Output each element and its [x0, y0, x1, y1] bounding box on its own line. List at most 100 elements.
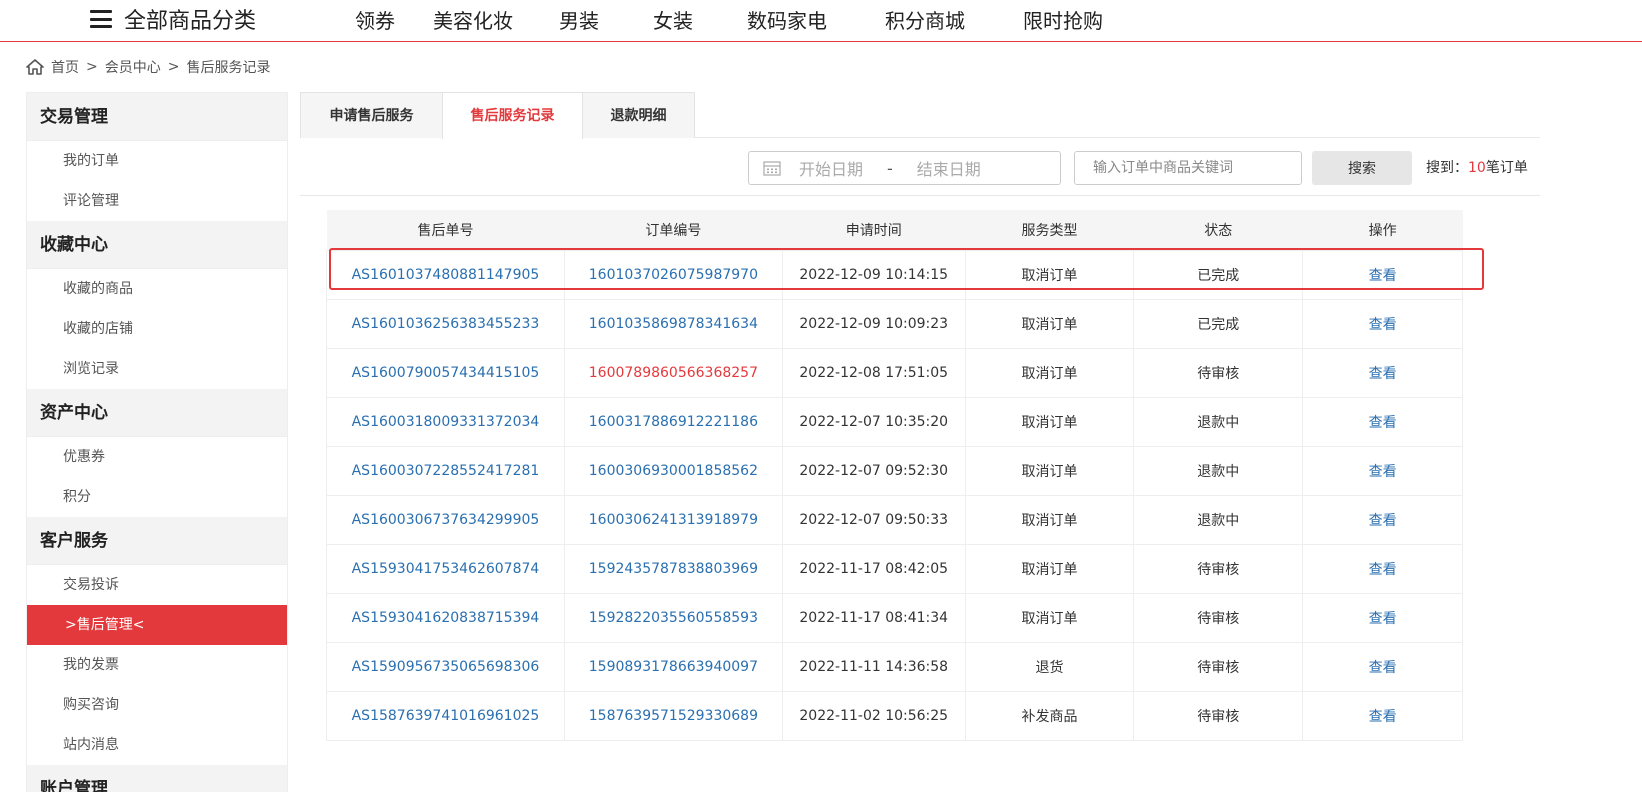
sidebar-item-messages[interactable]: 站内消息 — [27, 725, 287, 765]
end-date-input[interactable]: 结束日期 — [917, 156, 981, 180]
nav-link-points-mall[interactable]: 积分商城 — [885, 5, 965, 34]
apply-time: 2022-12-07 09:52:30 — [781, 445, 966, 496]
sidebar-item-consultation[interactable]: 购买咨询 — [27, 685, 287, 725]
after-sales-number-link[interactable]: AS1590956735065698306 — [326, 641, 565, 692]
sidebar-item-reviews[interactable]: 评论管理 — [27, 181, 287, 221]
all-categories-label: 全部商品分类 — [124, 9, 257, 34]
after-sales-table: 售后单号 订单编号 申请时间 服务类型 状态 操作 AS160103748088… — [326, 210, 1463, 741]
status: 已完成 — [1133, 249, 1304, 300]
nav-link-beauty[interactable]: 美容化妆 — [433, 5, 513, 34]
table-row: AS1590956735065698306 1590893178663940097… — [326, 641, 1463, 692]
sidebar-item-history[interactable]: 浏览记录 — [27, 349, 287, 389]
breadcrumb-member-center[interactable]: 会员中心 — [105, 57, 161, 77]
after-sales-number-link[interactable]: AS1600306737634299905 — [326, 494, 565, 545]
order-number-link[interactable]: 1592822035560558593 — [563, 592, 783, 643]
order-number-link[interactable]: 1600317886912221186 — [563, 396, 783, 447]
sidebar-group-trade: 交易管理 — [27, 93, 287, 141]
after-sales-number-link[interactable]: AS1600318009331372034 — [326, 396, 565, 447]
after-sales-number-link[interactable]: AS1601037480881147905 — [326, 249, 565, 300]
table-row: AS1600306737634299905 1600306241313918979… — [326, 494, 1463, 545]
order-number-link[interactable]: 1600306241313918979 — [563, 494, 783, 545]
nav-link-coupon[interactable]: 领券 — [355, 5, 395, 34]
start-date-input[interactable]: 开始日期 — [799, 156, 863, 180]
sidebar-item-invoices[interactable]: 我的发票 — [27, 645, 287, 685]
status: 待审核 — [1133, 690, 1304, 741]
view-link[interactable]: 查看 — [1302, 641, 1463, 692]
status: 待审核 — [1133, 592, 1304, 643]
home-icon — [26, 59, 44, 75]
order-number-link[interactable]: 1587639571529330689 — [563, 690, 783, 741]
menu-icon — [90, 10, 112, 28]
table-row: AS1601037480881147905 1601037026075987970… — [326, 249, 1463, 300]
order-number-link[interactable]: 1600306930001858562 — [563, 445, 783, 496]
result-count-number: 10 — [1468, 160, 1486, 176]
date-range-picker[interactable]: 开始日期 - 结束日期 — [748, 151, 1061, 185]
status: 待审核 — [1133, 543, 1304, 594]
sidebar-group-assets: 资产中心 — [27, 389, 287, 437]
nav-link-men[interactable]: 男装 — [559, 5, 599, 34]
top-nav: 全部商品分类 领券 美容化妆 男装 女装 数码家电 积分商城 限时抢购 — [0, 0, 1642, 42]
service-type: 取消订单 — [964, 543, 1135, 594]
sidebar-item-fav-shops[interactable]: 收藏的店铺 — [27, 309, 287, 349]
view-link[interactable]: 查看 — [1302, 592, 1463, 643]
sidebar-group-favorites: 收藏中心 — [27, 221, 287, 269]
search-button[interactable]: 搜索 — [1312, 151, 1412, 185]
sidebar-item-after-sales[interactable]: >售后管理< — [27, 605, 287, 645]
nav-link-women[interactable]: 女装 — [653, 5, 693, 34]
breadcrumb-home[interactable]: 首页 — [51, 57, 79, 77]
keyword-search-input[interactable] — [1074, 151, 1302, 185]
nav-link-digital[interactable]: 数码家电 — [747, 5, 827, 34]
service-type: 取消订单 — [964, 494, 1135, 545]
view-link[interactable]: 查看 — [1302, 445, 1463, 496]
nav-link-flash-sale[interactable]: 限时抢购 — [1023, 5, 1103, 34]
calendar-icon — [763, 161, 781, 176]
table-row: AS1600307228552417281 1600306930001858562… — [326, 445, 1463, 496]
column-header: 服务类型 — [965, 210, 1134, 250]
view-link[interactable]: 查看 — [1302, 543, 1463, 594]
view-link[interactable]: 查看 — [1302, 347, 1463, 398]
order-number-link[interactable]: 1601037026075987970 — [563, 249, 783, 300]
tab-apply-after-sales[interactable]: 申请售后服务 — [300, 92, 443, 138]
after-sales-number-link[interactable]: AS1593041620838715394 — [326, 592, 565, 643]
after-sales-number-link[interactable]: AS1600307228552417281 — [326, 445, 565, 496]
all-categories-menu[interactable]: 全部商品分类 — [90, 2, 256, 36]
view-link[interactable]: 查看 — [1302, 298, 1463, 349]
service-type: 取消订单 — [964, 592, 1135, 643]
after-sales-number-link[interactable]: AS1593041753462607874 — [326, 543, 565, 594]
status: 待审核 — [1133, 347, 1304, 398]
sidebar-item-points[interactable]: 积分 — [27, 477, 287, 517]
order-number-link[interactable]: 1590893178663940097 — [563, 641, 783, 692]
tab-refund-details[interactable]: 退款明细 — [582, 92, 695, 138]
view-link[interactable]: 查看 — [1302, 396, 1463, 447]
service-type: 取消订单 — [964, 445, 1135, 496]
column-header: 申请时间 — [782, 210, 966, 250]
apply-time: 2022-12-08 17:51:05 — [781, 347, 966, 398]
after-sales-number-link[interactable]: AS1601036256383455233 — [326, 298, 565, 349]
sidebar-item-coupons[interactable]: 优惠券 — [27, 437, 287, 477]
status: 退款中 — [1133, 396, 1304, 447]
view-link[interactable]: 查看 — [1302, 249, 1463, 300]
sidebar-item-fav-products[interactable]: 收藏的商品 — [27, 269, 287, 309]
tab-bar: 申请售后服务 售后服务记录 退款明细 — [300, 92, 1540, 139]
apply-time: 2022-11-11 14:36:58 — [781, 641, 966, 692]
breadcrumb-separator: > — [167, 59, 180, 75]
order-number-link[interactable]: 1601035869878341634 — [563, 298, 783, 349]
sidebar-group-service: 客户服务 — [27, 517, 287, 565]
order-number-link[interactable]: 1600789860566368257 — [563, 347, 783, 398]
service-type: 取消订单 — [964, 396, 1135, 447]
order-number-link[interactable]: 1592435787838803969 — [563, 543, 783, 594]
sidebar: 交易管理 我的订单 评论管理 收藏中心 收藏的商品 收藏的店铺 浏览记录 资产中… — [26, 92, 288, 792]
table-row: AS1600318009331372034 1600317886912221186… — [326, 396, 1463, 447]
tab-after-sales-records[interactable]: 售后服务记录 — [442, 92, 583, 139]
after-sales-number-link[interactable]: AS1600790057434415105 — [326, 347, 565, 398]
view-link[interactable]: 查看 — [1302, 494, 1463, 545]
sidebar-item-complaints[interactable]: 交易投诉 — [27, 565, 287, 605]
apply-time: 2022-12-09 10:09:23 — [781, 298, 966, 349]
apply-time: 2022-11-17 08:42:05 — [781, 543, 966, 594]
view-link[interactable]: 查看 — [1302, 690, 1463, 741]
apply-time: 2022-12-07 10:35:20 — [781, 396, 966, 447]
result-count-suffix: 笔订单 — [1485, 160, 1528, 176]
sidebar-item-my-orders[interactable]: 我的订单 — [27, 141, 287, 181]
after-sales-number-link[interactable]: AS1587639741016961025 — [326, 690, 565, 741]
table-row: AS1600790057434415105 1600789860566368257… — [326, 347, 1463, 398]
